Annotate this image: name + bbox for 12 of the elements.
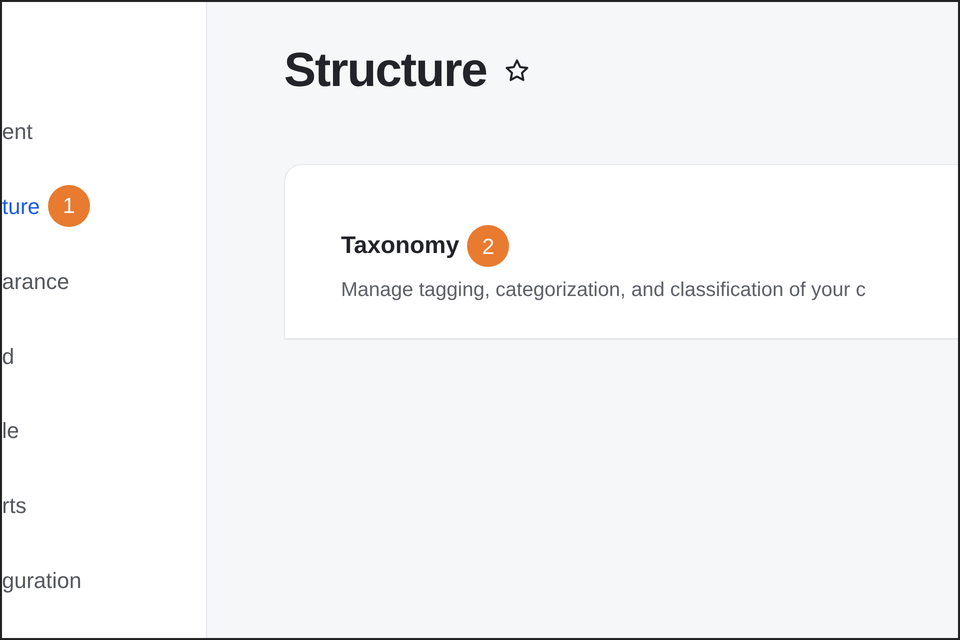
sidebar-item[interactable]: d (2, 342, 14, 371)
step-badge: 2 (467, 225, 510, 267)
sidebar-item[interactable]: le (2, 417, 20, 446)
card-description: Manage tagging, categorization, and classification of your c (341, 278, 867, 303)
sidebar-item[interactable]: rts (2, 492, 26, 520)
step-badge: 1 (48, 184, 90, 227)
page-title: Structure (284, 43, 487, 99)
sidebar-item[interactable]: guration (2, 567, 82, 596)
sidebar-item[interactable]: ture (2, 192, 40, 221)
sidebar-item[interactable]: ent (2, 118, 33, 146)
sidebar-item[interactable]: arance (2, 268, 70, 296)
card-title[interactable]: Taxonomy (341, 228, 460, 264)
